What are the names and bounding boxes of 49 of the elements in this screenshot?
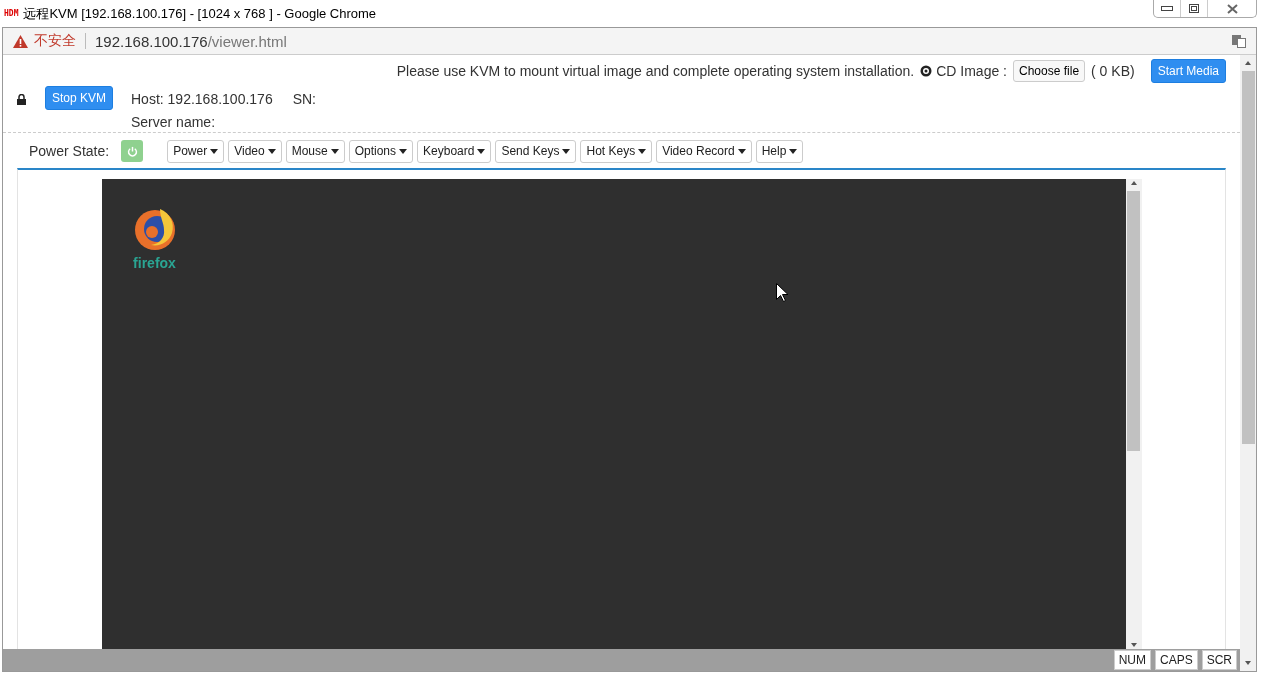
lock-key-indicator: SCR bbox=[1201, 650, 1237, 670]
menu-button[interactable]: Help bbox=[755, 139, 804, 163]
url-text[interactable]: 192.168.100.176/viewer.html bbox=[95, 32, 287, 50]
app-label[interactable]: firefox bbox=[133, 255, 176, 271]
sn-text: SN: bbox=[292, 91, 316, 107]
menu-button[interactable]: Power bbox=[167, 139, 225, 163]
menu-button[interactable]: Hot Keys bbox=[580, 139, 653, 163]
caret-icon bbox=[562, 148, 571, 154]
security-label[interactable]: 不安全 bbox=[34, 32, 76, 50]
cursor-icon bbox=[775, 283, 788, 302]
caret-icon bbox=[267, 148, 276, 154]
menu-button[interactable]: Video bbox=[228, 139, 282, 163]
file-size: ( 0 KB) bbox=[1091, 63, 1135, 79]
scrollbar-thumb[interactable] bbox=[1127, 191, 1140, 451]
menu-button[interactable]: Options bbox=[348, 139, 414, 163]
lock-key-indicator: NUM bbox=[1113, 650, 1151, 670]
choose-file-button[interactable]: Choose file bbox=[1013, 60, 1086, 82]
caret-icon bbox=[210, 148, 219, 154]
caret-icon bbox=[477, 148, 486, 154]
notice-text: Please use KVM to mount virtual image and complete operating system installation. bbox=[396, 63, 915, 79]
maximize-icon bbox=[1189, 4, 1199, 13]
window-title: 远程KVM [192.168.100.176] - [1024 x 768 ] - Google Chrome bbox=[23, 4, 377, 23]
scroll-down-icon[interactable] bbox=[1244, 659, 1252, 667]
lock-key-indicator: CAPS bbox=[1154, 650, 1198, 670]
close-icon bbox=[1226, 3, 1238, 14]
caret-icon bbox=[789, 148, 798, 154]
power-state-label: Power State: bbox=[29, 143, 110, 159]
warning-icon bbox=[13, 34, 28, 48]
remote-screen[interactable]: firefox bbox=[101, 179, 1126, 649]
disc-icon bbox=[920, 65, 933, 77]
menu-button[interactable]: Video Record bbox=[656, 139, 752, 163]
caret-icon bbox=[330, 148, 339, 154]
app-label-text: HDM bbox=[4, 9, 19, 18]
menu-button[interactable]: Keyboard bbox=[417, 139, 492, 163]
scroll-up-icon[interactable] bbox=[1129, 179, 1138, 187]
minimize-icon bbox=[1161, 6, 1173, 11]
host-text: Host: 192.168.100.176 bbox=[131, 91, 273, 107]
translate-icon[interactable] bbox=[1232, 34, 1246, 48]
cd-image-label: CD Image : bbox=[936, 63, 1007, 79]
menu-button[interactable]: Mouse bbox=[285, 139, 345, 163]
menu-button[interactable]: Send Keys bbox=[495, 139, 577, 163]
caret-icon bbox=[737, 148, 746, 154]
power-icon bbox=[126, 145, 138, 157]
scrollbar-thumb[interactable] bbox=[1241, 71, 1255, 444]
lock-icon bbox=[17, 93, 26, 105]
caret-icon bbox=[638, 148, 647, 154]
caret-icon bbox=[399, 148, 408, 154]
server-name-text: Server name: bbox=[131, 114, 217, 132]
scroll-up-icon[interactable] bbox=[1244, 59, 1252, 67]
